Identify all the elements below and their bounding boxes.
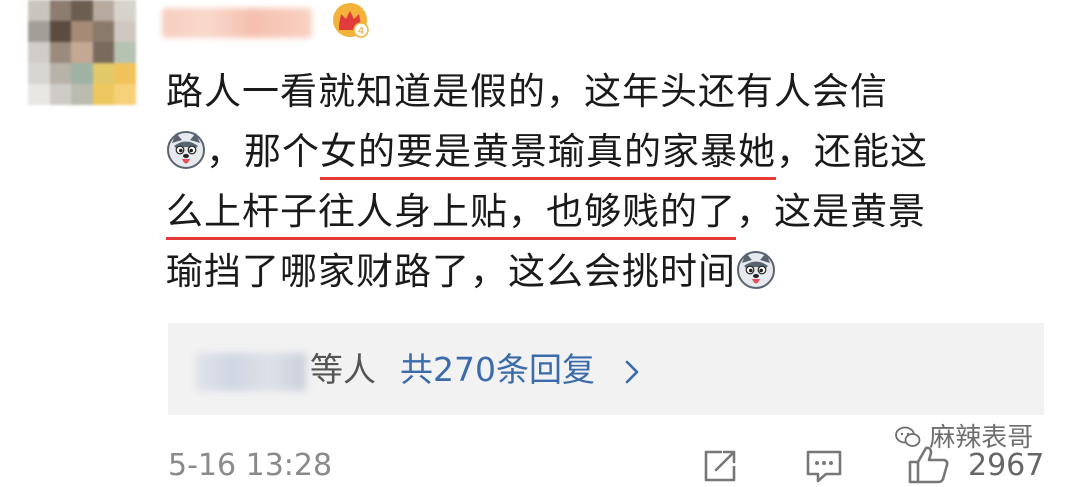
username[interactable]: [162, 8, 312, 38]
chevron-right-icon: [625, 360, 639, 384]
comment-line-3: 么上杆子往人身上贴，也够贱的了，这是黄景: [166, 182, 1026, 242]
share-icon[interactable]: [700, 448, 740, 484]
comment-line-1: 路人一看就知道是假的，这年头还有人会信: [166, 70, 888, 113]
husky-dog-emoji-icon: [167, 131, 205, 169]
comment-text: 路人一看就知道是假的，这年头还有人会信 ，那个女的要是黄景瑜真的家暴她，还能这 …: [166, 62, 1026, 302]
avatar[interactable]: [28, 0, 136, 105]
comment-icon[interactable]: [804, 448, 844, 484]
view-replies-link[interactable]: 共270条回复: [400, 347, 595, 393]
reply-usernames: [196, 353, 306, 391]
underlined-text: 么上杆子往人身上贴，也够贱的了: [166, 190, 736, 240]
underlined-text: 女的要是黄景瑜真的家暴她: [320, 130, 776, 180]
husky-dog-emoji-icon: [737, 251, 775, 289]
like-icon[interactable]: [906, 444, 952, 484]
vip-level-text: 4: [358, 26, 364, 37]
comment-line-2: ，那个女的要是黄景瑜真的家暴她，还能这: [166, 122, 1026, 182]
replies-preview[interactable]: 等人 共270条回复: [168, 323, 1044, 415]
comment-timestamp: 5-16 13:28: [168, 448, 333, 483]
like-count: 2967: [968, 448, 1045, 483]
comment-line-4: 瑜挡了哪家财路了，这么会挑时间: [166, 242, 1026, 302]
vip-crown-icon: 4: [333, 3, 369, 38]
reply-suffix: 等人: [310, 350, 376, 389]
